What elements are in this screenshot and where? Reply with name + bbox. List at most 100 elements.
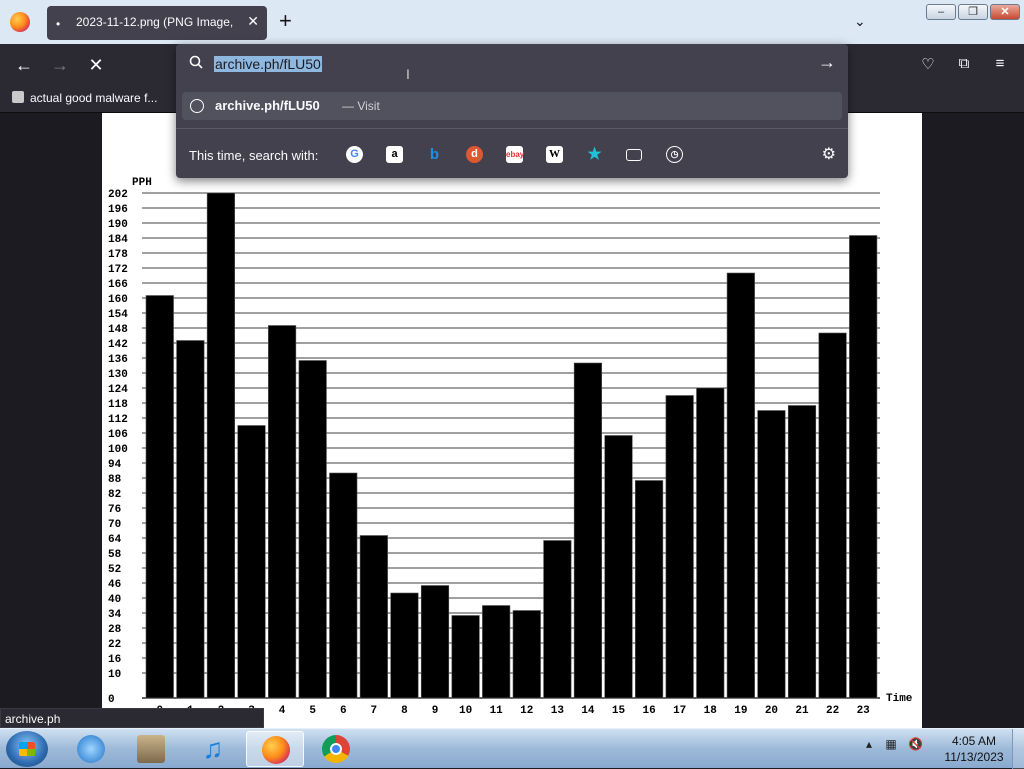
suggestion-action: — Visit [342,99,380,113]
system-tray: ▴ ▦ 🔇 [866,737,923,751]
y-tick-label: 136 [108,354,128,366]
y-tick-label: 52 [108,564,121,576]
taskbar: ♫ ▴ ▦ 🔇 4:05 AM 11/13/2023 [0,728,1024,769]
history-icon[interactable]: ◷ [666,146,683,163]
wikipedia-icon[interactable]: W [546,146,563,163]
bing-icon[interactable]: b [426,146,443,163]
menu-icon[interactable]: ≡ [990,55,1010,72]
x-tick-label: 9 [432,705,439,717]
y-tick-label: 202 [108,189,128,201]
forward-button[interactable]: → [47,52,73,78]
text-cursor-icon: I [406,66,410,82]
bar [818,332,847,699]
page-content: PPH 0 10 16 22 28 34 40 46 52 58 64 70 76 82 88 94 100 106… [0,113,1024,728]
x-tick-label: 19 [734,705,747,717]
minimize-button[interactable]: – [926,4,956,20]
extensions-icon[interactable]: ⧉ [954,55,974,72]
bar-chart: PPH0101622283440465258647076828894100106… [108,177,913,717]
bar [849,235,878,699]
bar [604,435,633,699]
start-button[interactable] [6,731,48,767]
y-tick-label: 88 [108,474,122,486]
url-input[interactable]: archive.ph/fLU50 [214,56,322,72]
clock-date: 11/13/2023 [944,750,1004,764]
y-tick-label: 100 [108,444,128,456]
y-tick-label: 166 [108,279,128,291]
network-icon[interactable]: ▦ [885,737,896,751]
close-tab-icon[interactable]: ✕ [247,13,259,30]
urlbar-row: archive.ph/fLU50 I → [176,44,848,84]
bar [145,295,174,699]
y-tick-label: 190 [108,219,128,231]
bar [665,395,694,699]
loading-dot-icon: • [56,17,61,31]
y-tick-label: 28 [108,624,122,636]
bar [726,272,755,699]
y-tick-label: 172 [108,264,128,276]
show-hidden-icons-icon[interactable]: ▴ [866,737,872,751]
y-tick-label: 124 [108,384,128,396]
taskbar-firefox[interactable] [246,731,304,767]
y-tick-label: 76 [108,504,121,516]
tab-png-image[interactable]: • 2023-11-12.png (PNG Image, 10 ✕ [47,6,267,40]
back-button[interactable]: ← [11,52,37,78]
chrome-icon [322,735,350,763]
y-tick-label: 184 [108,234,128,246]
new-tab-button[interactable]: + [279,9,292,33]
y-tick-label: 160 [108,294,128,306]
amazon-icon[interactable]: a [386,146,403,163]
bar [420,585,450,699]
gear-icon[interactable]: ⚙ [822,144,836,164]
bookmark-item[interactable]: actual good malware f... [12,91,157,105]
x-tick-label: 23 [857,705,871,717]
y-tick-label: 130 [108,369,128,381]
taskbar-itunes[interactable]: ♫ [184,731,242,767]
close-window-button[interactable]: ✕ [990,4,1020,20]
url-suggestion[interactable]: archive.ph/fLU50 — Visit [182,92,842,120]
bar [543,540,572,699]
bookmarks-icon[interactable]: ★ [586,146,603,163]
tabs-icon[interactable] [626,149,642,161]
restore-button[interactable]: ❐ [958,4,988,20]
globe-icon [190,99,204,113]
volume-muted-icon[interactable]: 🔇 [908,737,923,751]
taskbar-explorer[interactable] [122,731,180,767]
duckduckgo-icon[interactable]: d [466,146,483,163]
clock-time: 4:05 AM [951,734,997,748]
y-tick-label: 10 [108,669,121,681]
tab-strip: • 2023-11-12.png (PNG Image, 10 ✕ + ⌄ – … [0,0,1024,44]
bar [359,535,388,699]
clock[interactable]: 4:05 AM 11/13/2023 [942,733,1006,765]
y-tick-label: 34 [108,609,122,621]
x-tick-label: 8 [401,705,408,717]
go-arrow-button[interactable]: → [818,52,836,73]
taskbar-ie[interactable] [62,731,120,767]
x-tick-label: 10 [459,705,472,717]
x-tick-label: 7 [371,705,378,717]
taskbar-chrome[interactable] [307,731,365,767]
tab-title: 2023-11-12.png (PNG Image, 10 [76,15,236,29]
x-tick-label: 14 [581,705,595,717]
stop-loading-button[interactable]: ✕ [83,52,109,78]
png-image: PPH 0 10 16 22 28 34 40 46 52 58 64 70 76 82 88 94 100 106… [102,113,922,728]
bar [512,610,541,699]
list-all-tabs-button[interactable]: ⌄ [854,13,866,30]
google-icon[interactable]: G [346,146,363,163]
y-tick-label: 154 [108,309,128,321]
bar [635,480,664,699]
pocket-icon[interactable]: ♡ [918,55,938,73]
window-controls: – ❐ ✕ [926,4,1020,20]
bar [329,472,358,699]
music-note-icon: ♫ [202,733,224,764]
y-tick-label: 178 [108,249,128,261]
bar [298,360,327,699]
ebay-icon[interactable]: ebay [506,146,524,163]
x-tick-label: 16 [642,705,655,717]
search-engines-row: This time, search with: G a b d ebay W ★… [176,128,848,178]
bookmark-label: actual good malware f... [30,91,158,105]
x-tick-label: 5 [309,705,316,717]
file-explorer-icon [137,735,165,763]
bar [451,615,480,699]
firefox-icon[interactable] [10,12,30,32]
show-desktop-button[interactable] [1012,729,1024,769]
